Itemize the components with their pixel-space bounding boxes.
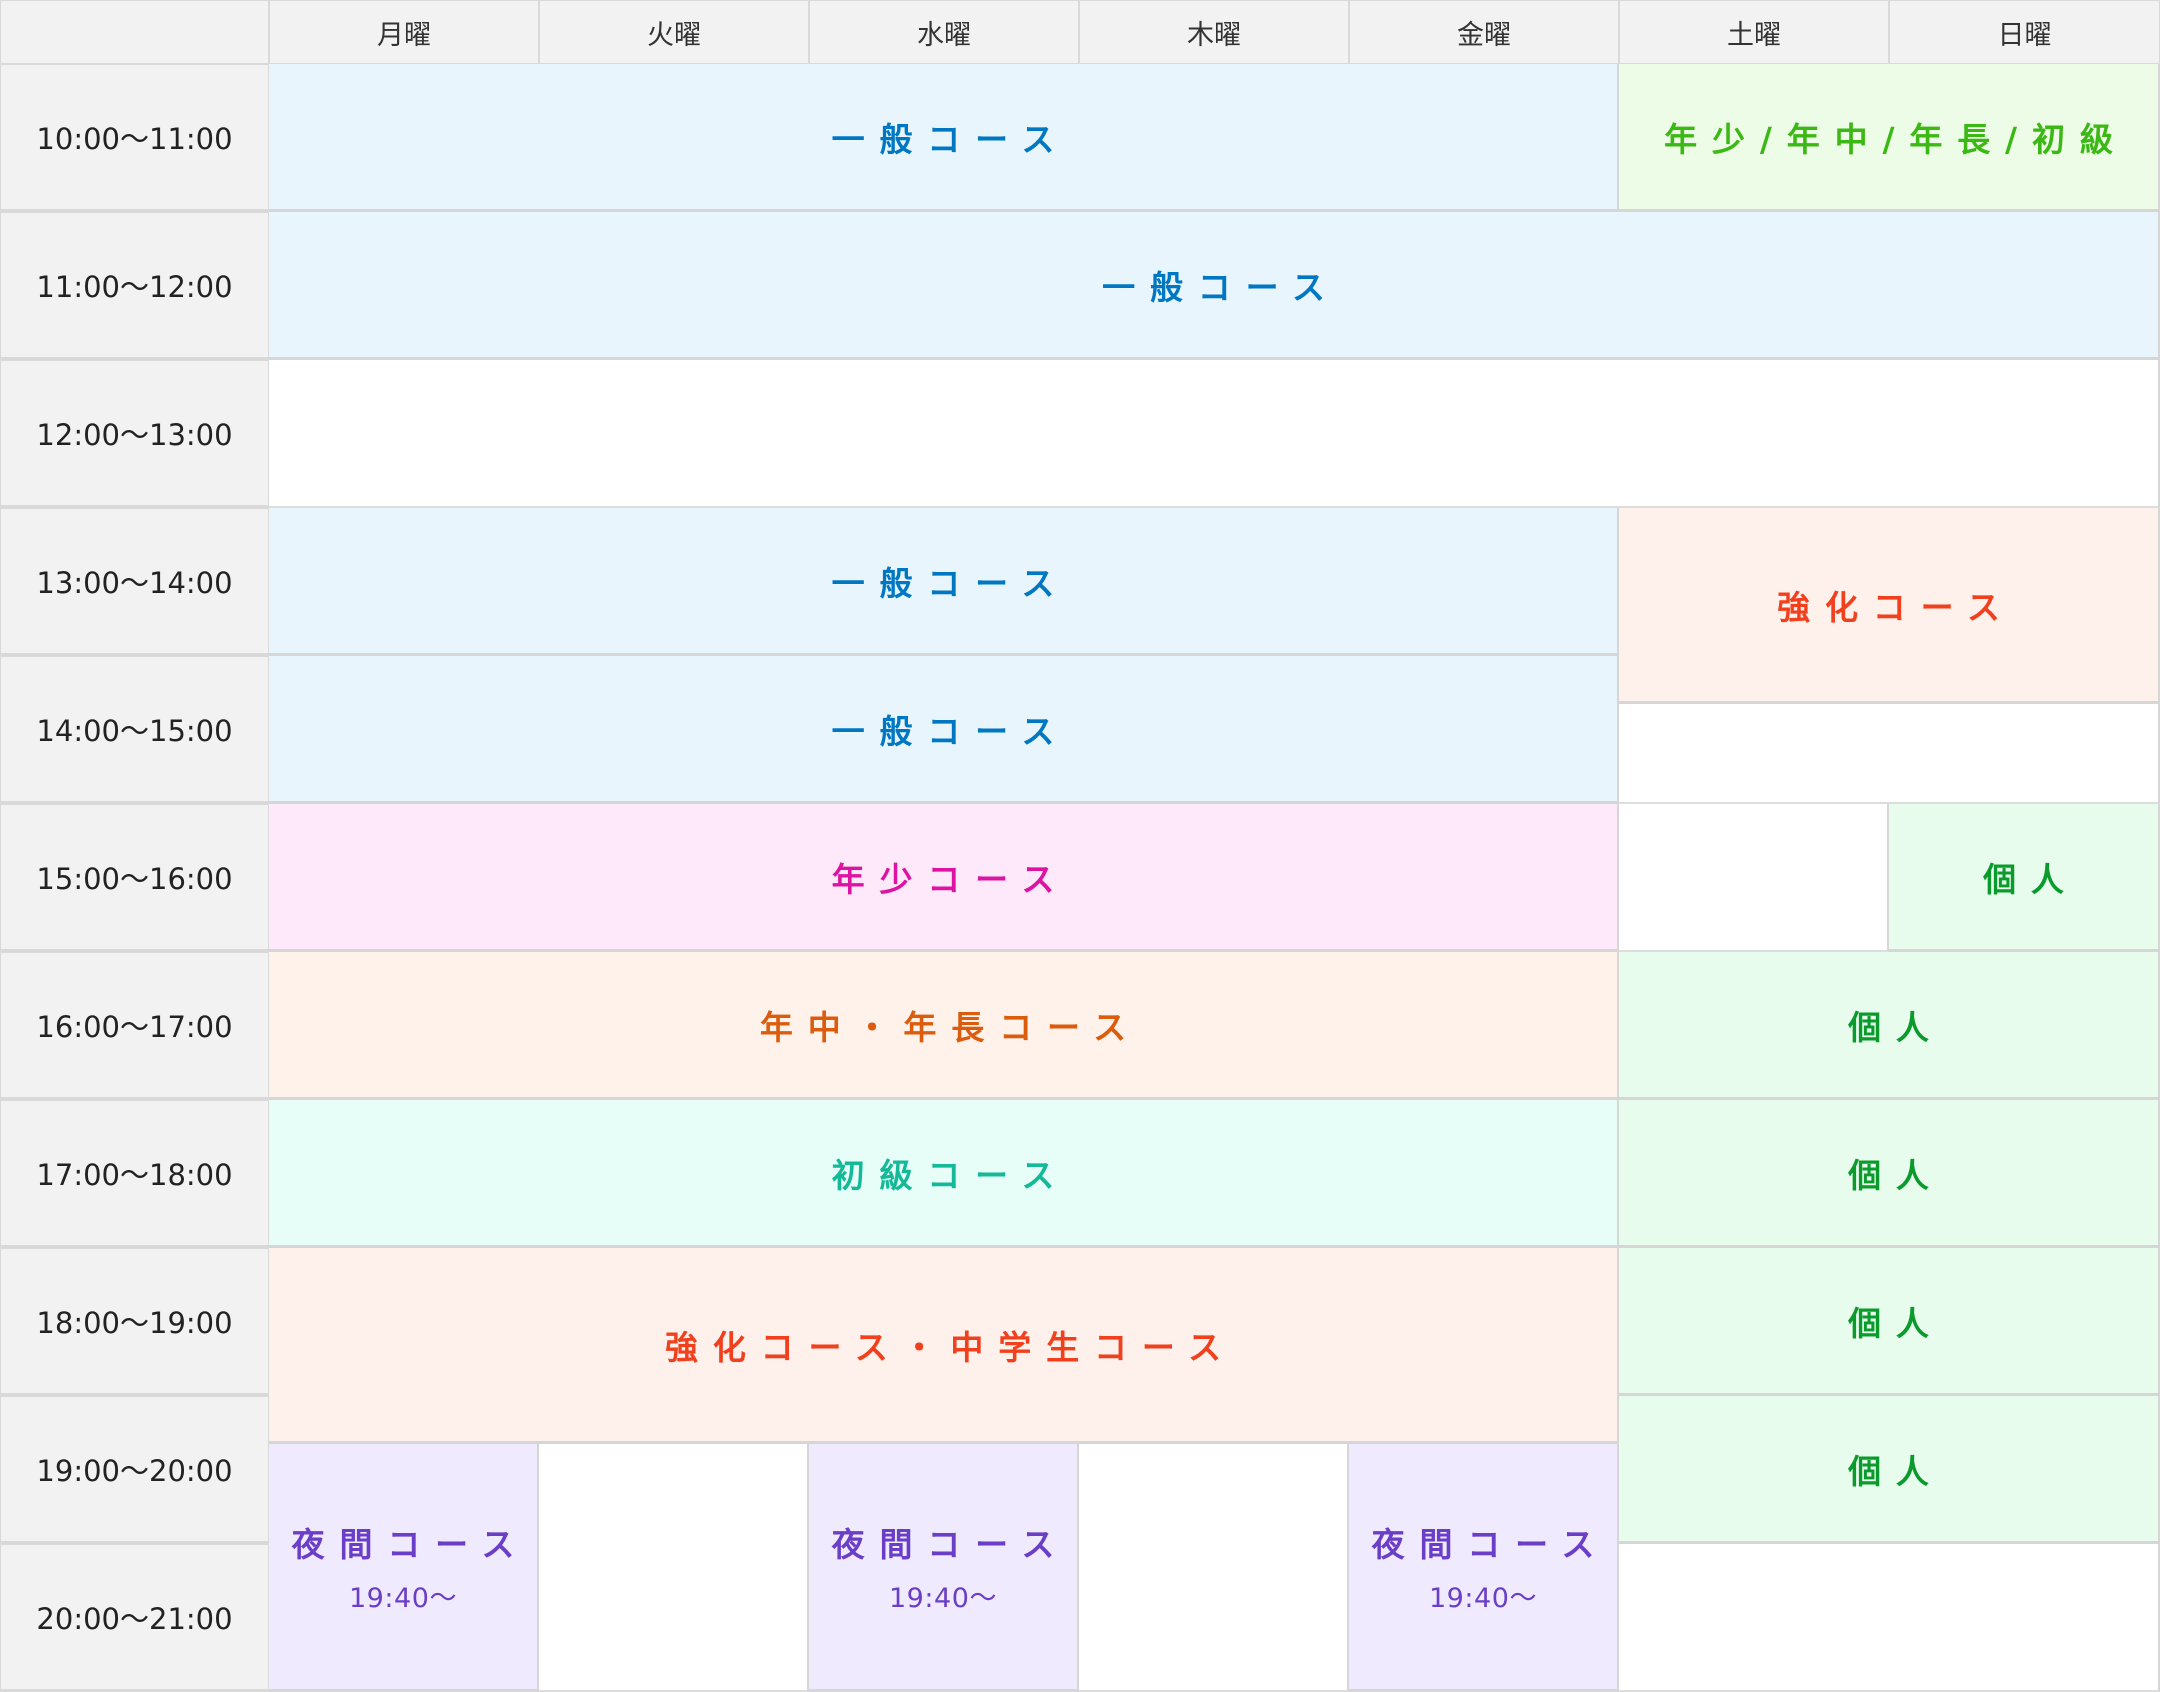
day-label: 金曜: [1457, 19, 1511, 51]
time-label: 20:00〜21:00: [36, 1602, 233, 1636]
time-label: 16:00〜17:00: [36, 1010, 233, 1044]
time-slot: 11:00〜12:00: [0, 212, 269, 360]
course-label: 初級コース: [831, 1155, 1070, 1195]
day-header: 火曜: [539, 0, 809, 64]
course-label: 強化コース: [1777, 587, 2015, 627]
course-label: 個人: [1848, 1451, 1944, 1491]
time-label: 11:00〜12:00: [36, 270, 233, 304]
day-label: 日曜: [1997, 19, 2052, 51]
course-block[interactable]: 夜間コース 19:40〜: [269, 1444, 539, 1692]
day-header: 日曜: [1889, 0, 2160, 64]
day-label: 火曜: [647, 19, 701, 51]
empty-slot: [1619, 804, 1889, 952]
time-slot: 14:00〜15:00: [0, 656, 269, 804]
time-slot: 17:00〜18:00: [0, 1100, 269, 1248]
course-block[interactable]: 強化コース: [1619, 508, 2160, 704]
course-block[interactable]: 個人: [1619, 1100, 2160, 1248]
course-label: 一般コース: [831, 563, 1070, 603]
header-corner: [0, 0, 269, 64]
course-start-time: 19:40〜: [348, 1583, 458, 1614]
course-label: 強化コース・中学生コース: [664, 1327, 1236, 1367]
course-label: 年少コース: [831, 859, 1070, 899]
empty-slot: [1079, 1444, 1349, 1692]
course-block[interactable]: 一般コース: [269, 656, 1619, 804]
day-label: 木曜: [1187, 19, 1241, 51]
course-label: 個人: [1848, 1303, 1944, 1343]
course-start-time: 19:40〜: [888, 1583, 998, 1614]
course-block[interactable]: 初級コース: [269, 1100, 1619, 1248]
day-header: 金曜: [1349, 0, 1619, 64]
course-block[interactable]: 一般コース: [269, 64, 1619, 212]
course-block[interactable]: 年少コース: [269, 804, 1619, 952]
time-slot: 12:00〜13:00: [0, 360, 269, 508]
time-label: 12:00〜13:00: [36, 418, 233, 452]
course-label: 夜間コース: [831, 1525, 1070, 1564]
time-slot: 15:00〜16:00: [0, 804, 269, 952]
course-block[interactable]: 個人: [1619, 952, 2160, 1100]
course-label: 一般コース: [831, 119, 1070, 159]
time-slot: 20:00〜21:00: [0, 1544, 269, 1692]
course-block[interactable]: 年少/年中/年長/初級: [1619, 64, 2160, 212]
course-block[interactable]: 一般コース: [269, 508, 1619, 656]
course-block[interactable]: 一般コース: [269, 212, 2160, 360]
day-label: 土曜: [1727, 19, 1781, 51]
time-slot: 10:00〜11:00: [0, 64, 269, 212]
course-start-time: 19:40〜: [1428, 1583, 1538, 1614]
course-label: 年少/年中/年長/初級: [1664, 119, 2128, 159]
day-label: 水曜: [917, 19, 971, 51]
day-header: 土曜: [1619, 0, 1889, 64]
day-label: 月曜: [377, 19, 431, 51]
course-label: 個人: [1848, 1155, 1944, 1195]
day-header: 木曜: [1079, 0, 1349, 64]
course-label: 夜間コース: [1371, 1525, 1610, 1564]
time-label: 13:00〜14:00: [36, 566, 233, 600]
time-slot: 19:00〜20:00: [0, 1396, 269, 1544]
empty-slot: [1619, 704, 2160, 804]
time-label: 15:00〜16:00: [36, 862, 233, 896]
course-block[interactable]: 年中・年長コース: [269, 952, 1619, 1100]
course-block[interactable]: 夜間コース 19:40〜: [1349, 1444, 1619, 1692]
time-label: 18:00〜19:00: [36, 1306, 233, 1340]
course-label: 夜間コース: [291, 1525, 530, 1564]
empty-slot: [1619, 1544, 2160, 1692]
day-header: 月曜: [269, 0, 539, 64]
timetable: 月曜 火曜 水曜 木曜 金曜 土曜 日曜 10:00〜11:00 11:00〜12:00 12:0…: [0, 0, 2160, 1692]
course-block[interactable]: 夜間コース 19:40〜: [809, 1444, 1079, 1692]
time-label: 17:00〜18:00: [36, 1158, 233, 1192]
empty-slot: [269, 360, 2160, 508]
course-block[interactable]: 個人: [1619, 1248, 2160, 1396]
course-label: 個人: [1848, 1007, 1944, 1047]
course-block[interactable]: 個人: [1619, 1396, 2160, 1544]
time-label: 14:00〜15:00: [36, 714, 233, 748]
course-label: 一般コース: [831, 711, 1070, 751]
time-label: 10:00〜11:00: [36, 122, 233, 156]
day-header: 水曜: [809, 0, 1079, 64]
time-slot: 13:00〜14:00: [0, 508, 269, 656]
time-label: 19:00〜20:00: [36, 1454, 233, 1488]
course-block[interactable]: 個人: [1889, 804, 2160, 952]
course-label: 個人: [1983, 859, 2079, 899]
course-block[interactable]: 強化コース・中学生コース: [269, 1248, 1619, 1444]
course-label: 年中・年長コース: [759, 1007, 1141, 1047]
course-label: 一般コース: [1102, 267, 1340, 307]
time-slot: 16:00〜17:00: [0, 952, 269, 1100]
empty-slot: [539, 1444, 809, 1692]
time-slot: 18:00〜19:00: [0, 1248, 269, 1396]
